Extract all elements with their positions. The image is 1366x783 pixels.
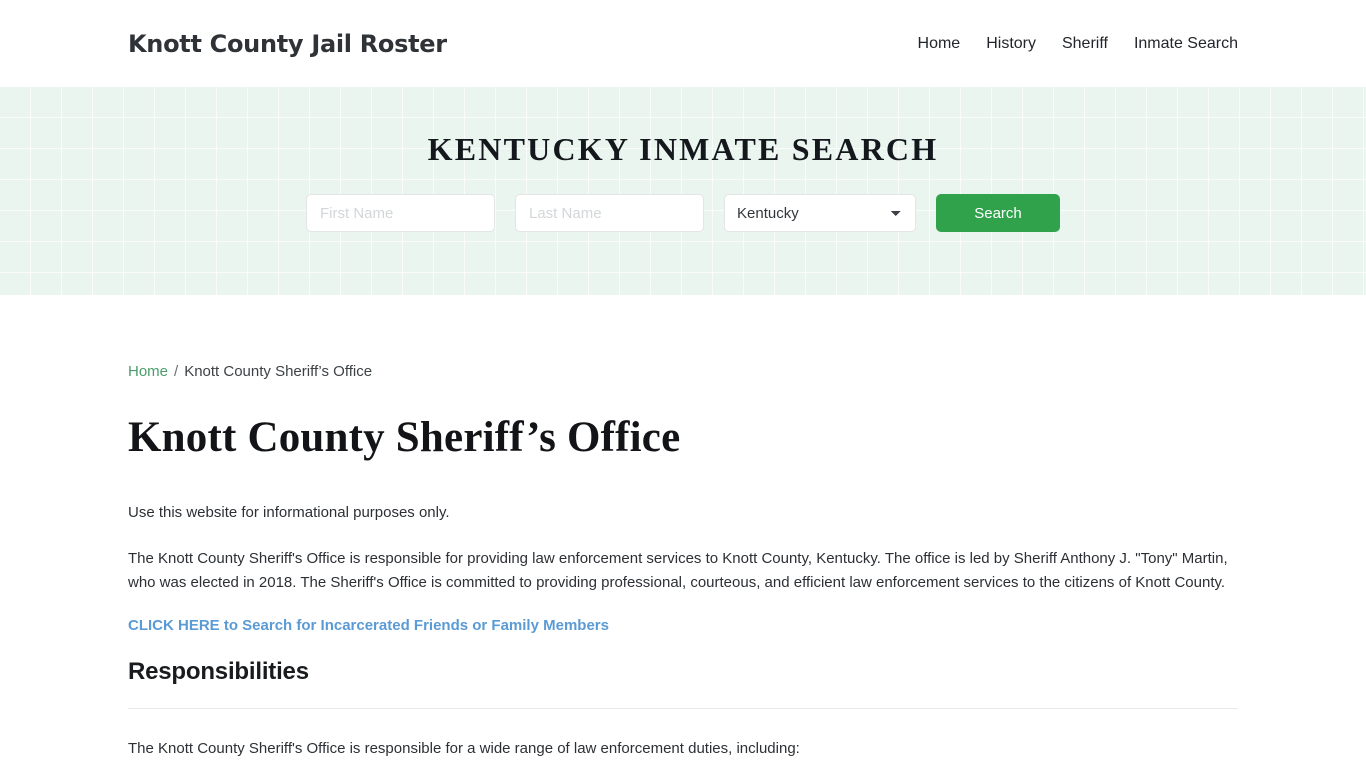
duties-intro-paragraph: The Knott County Sheriff's Office is res… bbox=[128, 740, 800, 758]
hero-title: KENTUCKY INMATE SEARCH bbox=[427, 131, 939, 167]
nav-item-sheriff[interactable]: Sheriff bbox=[1062, 35, 1108, 53]
nav-item-home[interactable]: Home bbox=[918, 35, 961, 53]
nav-item-history[interactable]: History bbox=[986, 35, 1036, 53]
last-name-input[interactable] bbox=[515, 194, 704, 232]
site-brand-link[interactable]: Knott County Jail Roster bbox=[128, 30, 447, 58]
search-button[interactable]: Search bbox=[936, 194, 1060, 232]
hero-search-banner: KENTUCKY INMATE SEARCH Kentucky Search bbox=[0, 87, 1366, 295]
main-navigation: Home History Sheriff Inmate Search bbox=[918, 35, 1238, 53]
section-divider bbox=[128, 708, 1238, 710]
breadcrumb-current: Knott County Sheriff’s Office bbox=[184, 363, 373, 380]
inmate-search-cta-link[interactable]: CLICK HERE to Search for Incarcerated Fr… bbox=[128, 617, 1238, 634]
nav-item-inmate-search[interactable]: Inmate Search bbox=[1134, 35, 1238, 53]
state-select[interactable]: Kentucky bbox=[724, 194, 916, 232]
responsibilities-heading: Responsibilities bbox=[128, 658, 309, 686]
site-header: Knott County Jail Roster Home History Sh… bbox=[0, 0, 1366, 87]
first-name-input[interactable] bbox=[306, 194, 495, 232]
description-paragraph: The Knott County Sheriff's Office is res… bbox=[128, 550, 1228, 592]
inmate-search-form: Kentucky Search bbox=[306, 194, 1060, 232]
breadcrumb-separator: / bbox=[174, 363, 179, 380]
intro-paragraph: Use this website for informational purpo… bbox=[128, 504, 450, 522]
page-title: Knott County Sheriff’s Office bbox=[128, 414, 681, 461]
breadcrumb: Home / Knott County Sheriff’s Office bbox=[128, 363, 1238, 380]
breadcrumb-link-home[interactable]: Home bbox=[128, 363, 168, 380]
main-content: Home / Knott County Sheriff’s Office Knott… bbox=[128, 295, 1238, 761]
